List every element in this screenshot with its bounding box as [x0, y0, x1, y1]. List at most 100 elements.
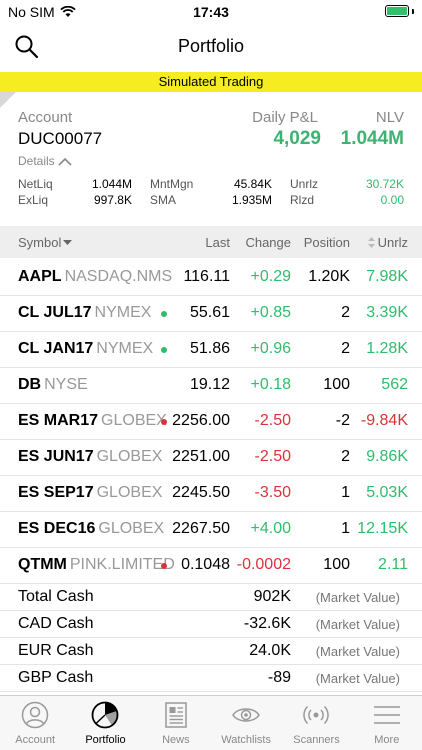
battery-icon	[385, 5, 414, 17]
cash-row: GBP Cash -89 (Market Value)	[0, 665, 422, 692]
tab-label: Account	[15, 734, 56, 746]
tab-label: Scanners	[293, 734, 340, 746]
row-unrlz: 12.15K	[357, 520, 408, 537]
cash-note: (Market Value)	[315, 671, 400, 686]
status-dot-red	[161, 419, 167, 425]
cash-value: -89	[267, 669, 291, 686]
symbol-ticker: ES SEP17	[18, 484, 94, 501]
row-last: 116.11	[183, 268, 230, 285]
table-row[interactable]: QTMM PINK.LIMITED 0.1048 -0.0002 100 2.11	[0, 548, 422, 584]
metric-label: ExLiq	[18, 193, 49, 207]
account-summary[interactable]: Account DUC00077 Daily P&L 4,029 NLV 1.0…	[0, 92, 422, 226]
row-symbol: ES JUN17 GLOBEX	[18, 448, 162, 466]
header-change[interactable]: Change	[245, 235, 291, 250]
row-change: -3.50	[254, 484, 291, 501]
tab-account[interactable]: Account	[0, 696, 70, 750]
nav-bar: Portfolio	[0, 24, 422, 70]
row-unrlz: 1.28K	[366, 340, 408, 357]
symbol-ticker: ES JUN17	[18, 448, 94, 465]
row-position: 100	[323, 556, 350, 573]
symbol-ticker: ES MAR17	[18, 412, 99, 429]
row-position: -2	[335, 412, 350, 429]
table-row[interactable]: DB NYSE 19.12 +0.18 100 562	[0, 368, 422, 404]
tab-label: More	[374, 734, 400, 746]
status-bar: No SIM 17:43	[0, 0, 422, 24]
details-toggle[interactable]: Details	[18, 154, 72, 168]
table-row[interactable]: ES DEC16 GLOBEX 2267.50 +4.00 1 12.15K	[0, 512, 422, 548]
row-change: -2.50	[254, 412, 291, 429]
row-unrlz: 9.86K	[366, 448, 408, 465]
cash-row: EUR Cash 24.0K (Market Value)	[0, 638, 422, 665]
cash-row: Total Cash 902K (Market Value)	[0, 584, 422, 611]
metrics-col-1: NetLiq 1.044M ExLiq 997.8K	[18, 177, 132, 209]
table-row[interactable]: ES JUN17 GLOBEX 2251.00 -2.50 2 9.86K	[0, 440, 422, 476]
symbol-exchange: NYMEX	[94, 304, 152, 321]
more-menu-icon	[373, 706, 400, 724]
row-symbol: QTMM PINK.LIMITED	[18, 556, 175, 574]
simulated-trading-banner: Simulated Trading	[0, 72, 422, 92]
symbol-exchange: GLOBEX	[96, 484, 163, 501]
row-last: 55.61	[189, 304, 230, 321]
table-row[interactable]: ES SEP17 GLOBEX 2245.50 -3.50 1 5.03K	[0, 476, 422, 512]
cash-value: 902K	[253, 588, 291, 605]
chevron-up-icon	[58, 157, 72, 166]
metric-value: 1.044M	[91, 177, 132, 191]
tab-portfolio[interactable]: Portfolio	[70, 696, 140, 750]
cash-label: Total Cash	[18, 588, 94, 605]
portfolio-icon	[92, 701, 119, 729]
details-label: Details	[18, 154, 55, 168]
cash-label: CAD Cash	[18, 615, 94, 632]
header-position[interactable]: Position	[304, 235, 350, 250]
symbol-exchange: GLOBEX	[101, 412, 167, 429]
symbol-exchange: NYMEX	[96, 340, 154, 357]
row-unrlz: 7.98K	[366, 268, 408, 285]
metrics-col-2: MntMgn 45.84K SMA 1.935M	[150, 177, 272, 209]
table-row[interactable]: CL JUL17 NYMEX 55.61 +0.85 2 3.39K	[0, 296, 422, 332]
row-change: +0.85	[250, 304, 291, 321]
header-last[interactable]: Last	[205, 235, 230, 250]
unrlz-header[interactable]: Unrlz	[367, 235, 408, 250]
row-change: -0.0002	[236, 556, 291, 573]
metric-label: NetLiq	[18, 177, 53, 191]
metric-label: Unrlz	[290, 177, 319, 191]
daily-pnl-label: Daily P&L	[252, 109, 318, 126]
symbol-exchange: NASDAQ.NMS	[64, 268, 173, 285]
tab-watchlists[interactable]: Watchlists	[211, 696, 281, 750]
tab-news[interactable]: News	[141, 696, 211, 750]
symbol-exchange: GLOBEX	[98, 520, 165, 537]
row-symbol: ES MAR17 GLOBEX	[18, 412, 167, 430]
portfolio-table-header: Symbol Last Change Position Unrlz	[0, 226, 422, 258]
cash-row: CAD Cash -32.6K (Market Value)	[0, 611, 422, 638]
page-title: Portfolio	[177, 36, 245, 56]
symbol-sort-header[interactable]: Symbol	[18, 235, 73, 250]
row-last: 2256.00	[172, 412, 230, 429]
symbol-ticker: ES DEC16	[18, 520, 96, 537]
cash-label: GBP Cash	[18, 669, 94, 686]
row-position: 2	[341, 304, 350, 321]
metric-label: MntMgn	[150, 177, 194, 191]
metric-value: 45.84K	[233, 177, 272, 191]
account-icon	[21, 701, 49, 729]
table-row[interactable]: AAPL NASDAQ.NMS 116.11 +0.29 1.20K 7.98K	[0, 260, 422, 296]
symbol-exchange: PINK.LIMITED	[69, 556, 175, 573]
status-dot-green	[161, 311, 167, 317]
cash-value: 24.0K	[249, 642, 291, 659]
tab-scanners[interactable]: Scanners	[281, 696, 351, 750]
account-label: Account	[18, 109, 73, 126]
row-unrlz: 562	[381, 376, 408, 393]
row-position: 1.20K	[308, 268, 350, 285]
cash-note: (Market Value)	[315, 644, 400, 659]
sort-down-icon	[63, 239, 73, 245]
table-row[interactable]: CL JAN17 NYMEX 51.86 +0.96 2 1.28K	[0, 332, 422, 368]
tab-label: Watchlists	[221, 734, 271, 746]
metric-value: 0.00	[380, 193, 404, 207]
metrics-col-3: Unrlz 30.72K Rlzd 0.00	[290, 177, 404, 209]
table-row[interactable]: ES MAR17 GLOBEX 2256.00 -2.50 -2 -9.84K	[0, 404, 422, 440]
row-unrlz: -9.84K	[360, 412, 408, 429]
tab-more[interactable]: More	[352, 696, 422, 750]
daily-pnl-value: 4,029	[273, 128, 321, 149]
row-position: 2	[341, 340, 350, 357]
row-change: +0.96	[250, 340, 291, 357]
symbol-exchange: NYSE	[44, 376, 88, 393]
row-change: +0.18	[250, 376, 291, 393]
